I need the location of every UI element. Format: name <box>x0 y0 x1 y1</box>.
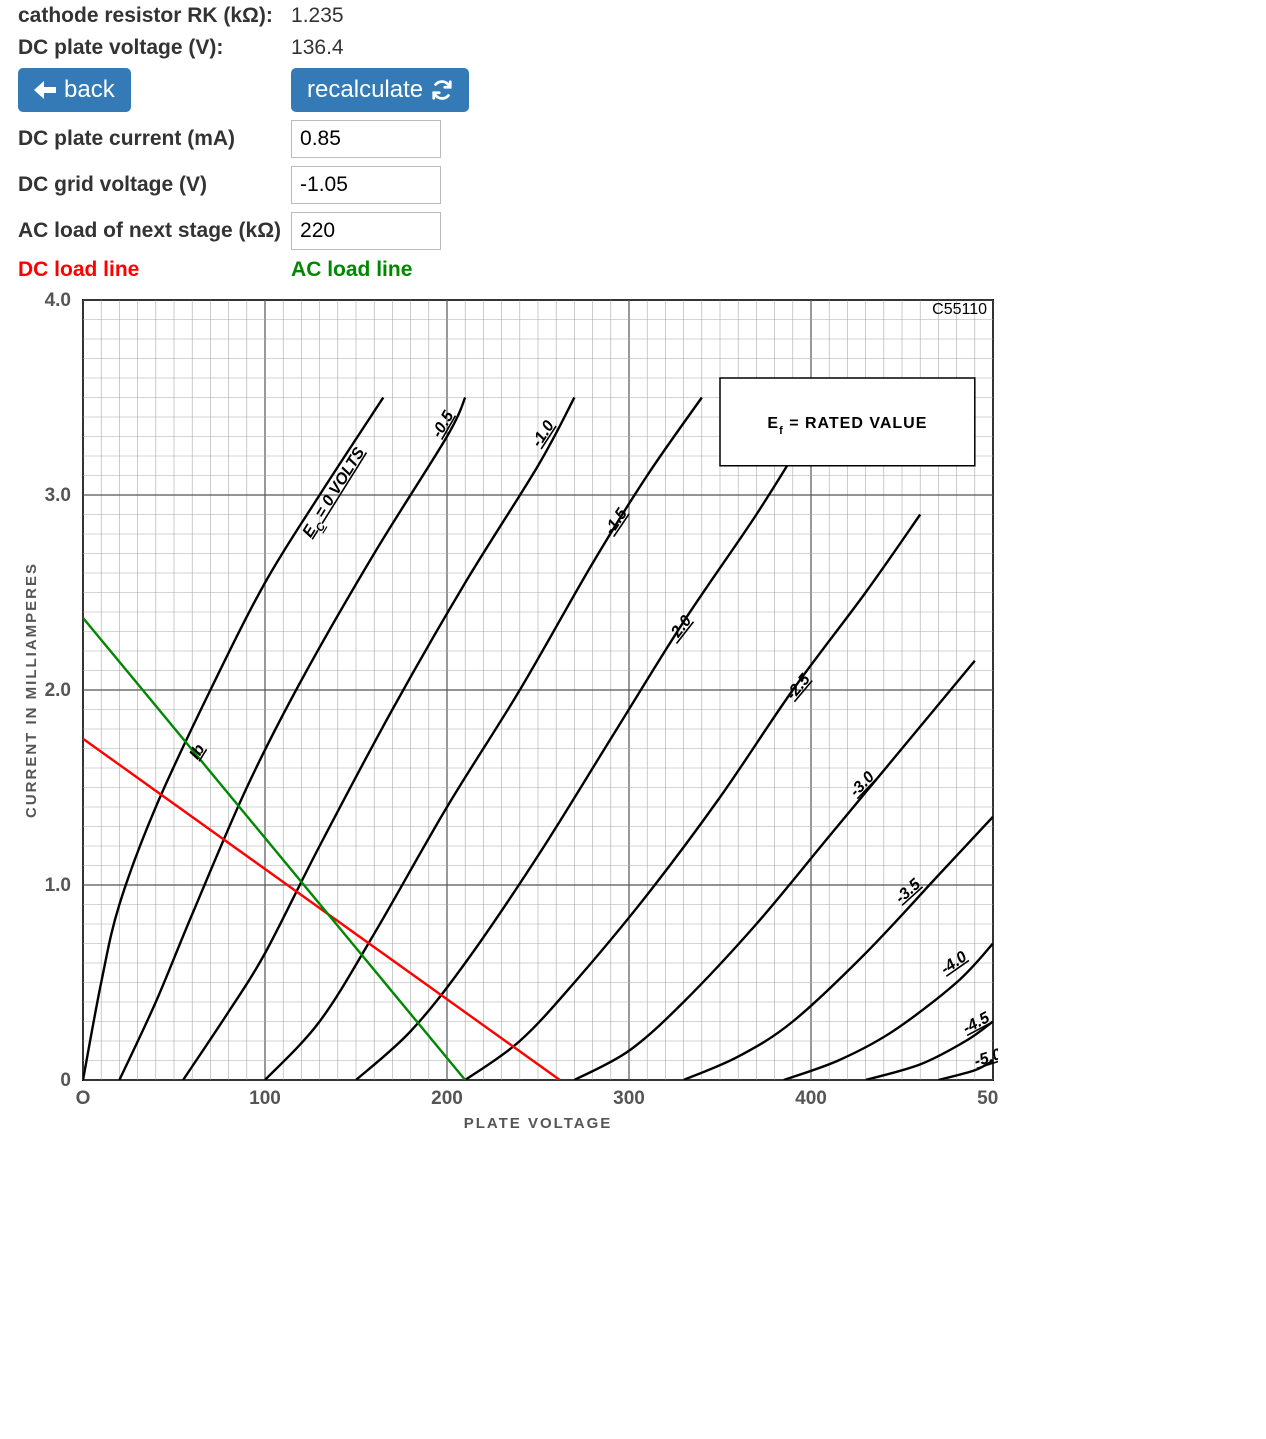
recalculate-button[interactable]: recalculate <box>291 68 469 112</box>
ac-load-label: AC load of next stage (kΩ) <box>18 208 291 254</box>
svg-text:3.0: 3.0 <box>45 485 71 506</box>
svg-text:0: 0 <box>60 1070 71 1091</box>
plate-characteristics-chart: O 100 200 300 400 500 0 1.0 2.0 3.0 4.0 PLATE VOLTA… <box>18 290 998 1140</box>
svg-text:100: 100 <box>249 1088 281 1109</box>
svg-text:CURRENT IN MILLIAMPERES: CURRENT IN MILLIAMPERES <box>23 562 40 818</box>
dc-load-line-label: DC load line <box>18 258 139 281</box>
svg-text:2.0: 2.0 <box>45 680 71 701</box>
svg-text:-2.0: -2.0 <box>665 613 695 645</box>
svg-text:C55110: C55110 <box>932 301 987 318</box>
ac-load-input[interactable] <box>291 212 441 250</box>
dc-plate-current-input[interactable] <box>291 120 441 158</box>
ac-load-line-label: AC load line <box>291 258 412 281</box>
svg-text:300: 300 <box>613 1088 645 1109</box>
recalculate-button-label: recalculate <box>307 78 423 102</box>
back-button[interactable]: back <box>18 68 131 112</box>
svg-text:EC = 0 VOLTS: EC = 0 VOLTS <box>300 444 373 543</box>
dc-plate-current-label: DC plate current (mA) <box>18 116 291 162</box>
refresh-icon <box>431 79 453 101</box>
arrow-left-icon <box>34 80 56 100</box>
svg-text:-1.5: -1.5 <box>601 505 631 538</box>
dc-plate-voltage-label: DC plate voltage (V): <box>18 32 291 64</box>
svg-text:-3.0: -3.0 <box>847 768 878 800</box>
dc-plate-voltage-value: 136.4 <box>291 32 479 64</box>
svg-text:1.0: 1.0 <box>45 875 71 896</box>
svg-text:Ib: Ib <box>187 741 209 762</box>
cathode-resistor-value: 1.235 <box>291 0 479 32</box>
cathode-resistor-label: cathode resistor RK (kΩ): <box>18 0 291 32</box>
svg-text:4.0: 4.0 <box>45 290 71 311</box>
svg-text:PLATE VOLTAGE: PLATE VOLTAGE <box>464 1115 613 1132</box>
svg-text:O: O <box>76 1088 91 1109</box>
back-button-label: back <box>64 78 115 102</box>
dc-grid-voltage-label: DC grid voltage (V) <box>18 162 291 208</box>
dc-grid-voltage-input[interactable] <box>291 166 441 204</box>
svg-text:-5.0: -5.0 <box>972 1046 998 1071</box>
svg-text:500: 500 <box>977 1088 998 1109</box>
svg-text:-1.0: -1.0 <box>529 418 558 450</box>
svg-text:200: 200 <box>431 1088 463 1109</box>
svg-text:400: 400 <box>795 1088 827 1109</box>
